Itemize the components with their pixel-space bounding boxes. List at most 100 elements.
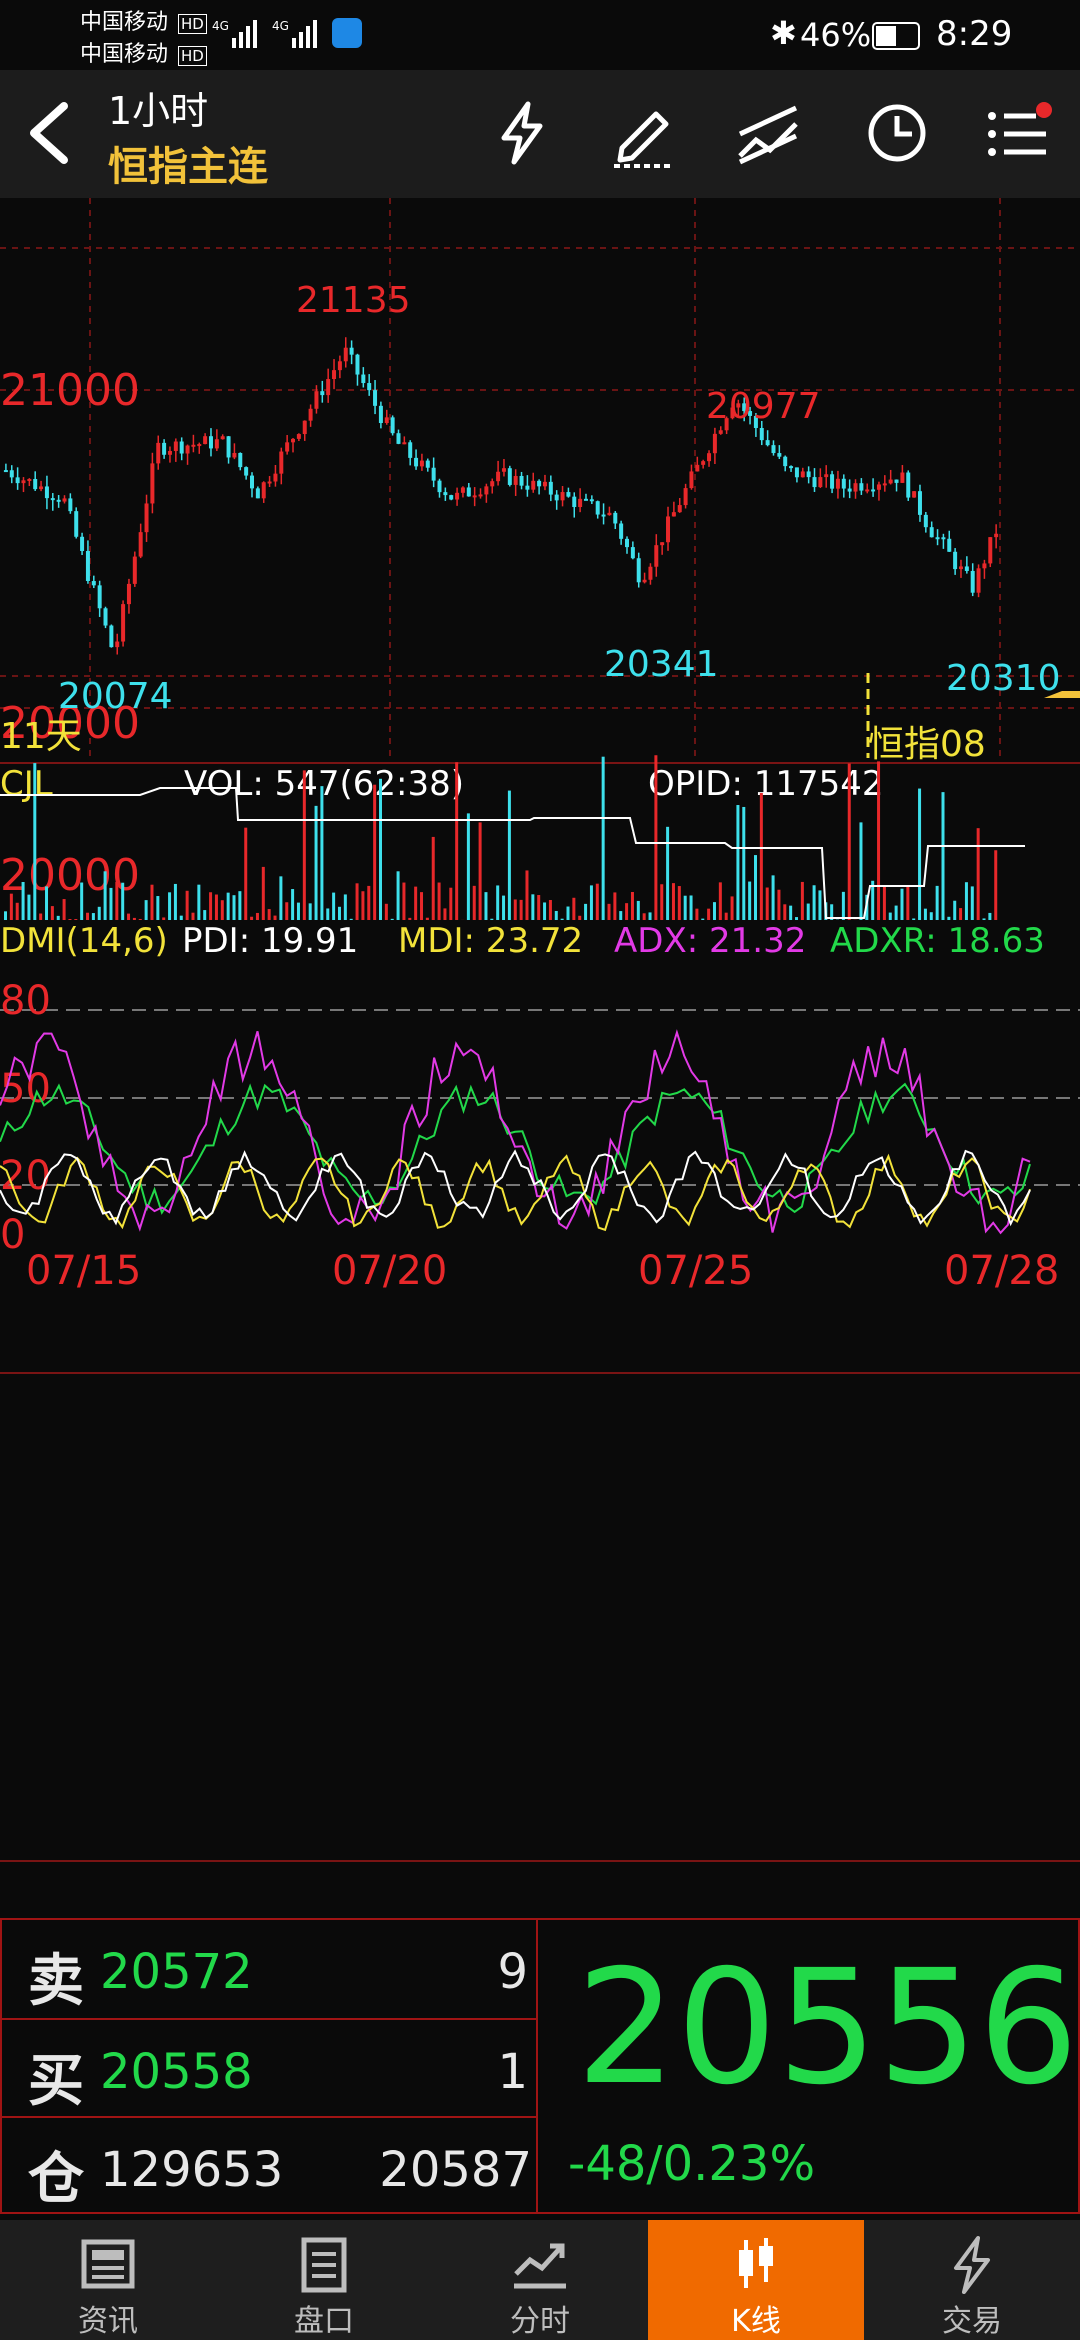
chart-area[interactable]: 21000 20000 21135 20977 20341 20310 2007…	[0, 198, 1080, 1918]
candle-body	[496, 471, 501, 482]
candle-body	[566, 492, 571, 497]
volume-bar	[9, 893, 13, 920]
volume-bar	[537, 895, 541, 920]
volume-bar	[302, 770, 306, 920]
menu-button[interactable]	[982, 98, 1058, 168]
volume-bar	[806, 903, 810, 920]
candle-body	[847, 488, 852, 492]
candle-body	[296, 434, 301, 439]
candle-body	[203, 436, 208, 445]
quote-panel: 卖 20572 9 买 20558 1 仓 129653 20587 20556…	[0, 1918, 1080, 2218]
volume-bar	[777, 889, 781, 920]
sell-price: 20572	[100, 1944, 253, 2000]
candle-body	[513, 475, 518, 485]
candle-body	[326, 379, 331, 396]
battery-icon	[872, 22, 920, 50]
trendline-icon	[738, 105, 798, 165]
candle-body	[179, 441, 184, 454]
candle-body	[548, 481, 553, 495]
volume-bar	[923, 908, 927, 920]
candle-body	[589, 499, 594, 502]
volume-axis-label: 20000	[0, 850, 140, 901]
buy-label: 买	[28, 2049, 84, 2114]
buy-row[interactable]: 买 20558 1	[2, 2020, 536, 2118]
volume-bar	[701, 918, 705, 920]
volume-bar	[379, 778, 382, 920]
volume-bar	[226, 892, 230, 920]
candle-body	[455, 492, 460, 500]
candle-body	[560, 492, 565, 501]
tab-orderbook[interactable]: 盘口	[216, 2220, 432, 2340]
clock: 8:29	[936, 14, 1013, 54]
candle-body	[853, 483, 858, 492]
candle-body	[150, 463, 155, 504]
candle-body	[929, 527, 934, 538]
volume-bars	[4, 755, 998, 920]
volume-bar	[443, 908, 447, 920]
candle-body	[578, 498, 583, 508]
candle-body	[197, 444, 202, 447]
candle-body	[308, 408, 313, 421]
candle-body	[677, 505, 682, 513]
candle-body	[214, 439, 219, 449]
volume-bar	[859, 822, 863, 920]
volume-bar	[220, 900, 224, 920]
security-app-icon	[332, 18, 362, 48]
candle-body	[683, 488, 688, 506]
candle-body	[800, 471, 805, 478]
volume-bar	[86, 912, 90, 920]
volume-bar	[976, 828, 980, 920]
flash-button[interactable]	[488, 98, 558, 168]
candle-body	[689, 471, 694, 489]
candle-body	[718, 430, 723, 434]
candle-body	[830, 474, 835, 489]
tab-trade[interactable]: 交易	[864, 2220, 1080, 2340]
tab-kline[interactable]: K线	[648, 2220, 864, 2340]
candle-body	[191, 444, 196, 447]
candle-body	[666, 516, 671, 543]
candle-body	[226, 436, 231, 458]
tab-timeshare[interactable]: 分时	[432, 2220, 648, 2340]
volume-bar	[414, 886, 418, 920]
volume-bar	[496, 885, 500, 920]
volume-bar	[367, 885, 371, 920]
candle-body	[62, 498, 67, 502]
volume-bar	[408, 917, 412, 920]
volume-bar	[431, 836, 435, 920]
volume-bar	[994, 850, 998, 920]
open-interest: 129653	[100, 2142, 284, 2198]
carrier-2-label: 中国移动	[80, 42, 169, 67]
volume-bar	[531, 894, 535, 920]
chart-svg[interactable]: 21000 20000 21135 20977 20341 20310 2007…	[0, 198, 1080, 1918]
dmi-y-80: 80	[0, 978, 51, 1024]
draw-button[interactable]	[608, 98, 678, 168]
candle-body	[74, 511, 79, 537]
tab-news-label: 资讯	[78, 2304, 138, 2339]
candle-body	[250, 475, 254, 489]
mdi-line	[0, 1153, 1031, 1232]
back-button[interactable]	[20, 98, 80, 168]
indicator-button[interactable]	[734, 98, 804, 168]
history-button[interactable]	[862, 98, 932, 168]
volume-bar	[191, 912, 195, 920]
volume-bar	[138, 918, 142, 920]
candle-body	[314, 391, 319, 409]
candle-body	[789, 466, 794, 469]
volume-bar	[912, 918, 916, 920]
volume-bar	[355, 883, 359, 920]
volume-bar	[296, 902, 300, 920]
candle-body	[630, 547, 635, 559]
tab-news[interactable]: 资讯	[0, 2220, 216, 2340]
candle-body	[431, 467, 436, 481]
candle-body	[419, 460, 424, 467]
candle-body	[707, 453, 712, 462]
candle-body	[220, 436, 225, 440]
volume-bar	[179, 915, 183, 920]
svg-text:4G: 4G	[272, 19, 289, 33]
volume-bar	[724, 912, 728, 920]
x-label-0720: 07/20	[332, 1248, 447, 1294]
volume-bar	[21, 881, 25, 920]
candle-body	[156, 442, 161, 464]
sell-row[interactable]: 卖 20572 9	[2, 1920, 536, 2020]
candle-body	[765, 440, 770, 446]
